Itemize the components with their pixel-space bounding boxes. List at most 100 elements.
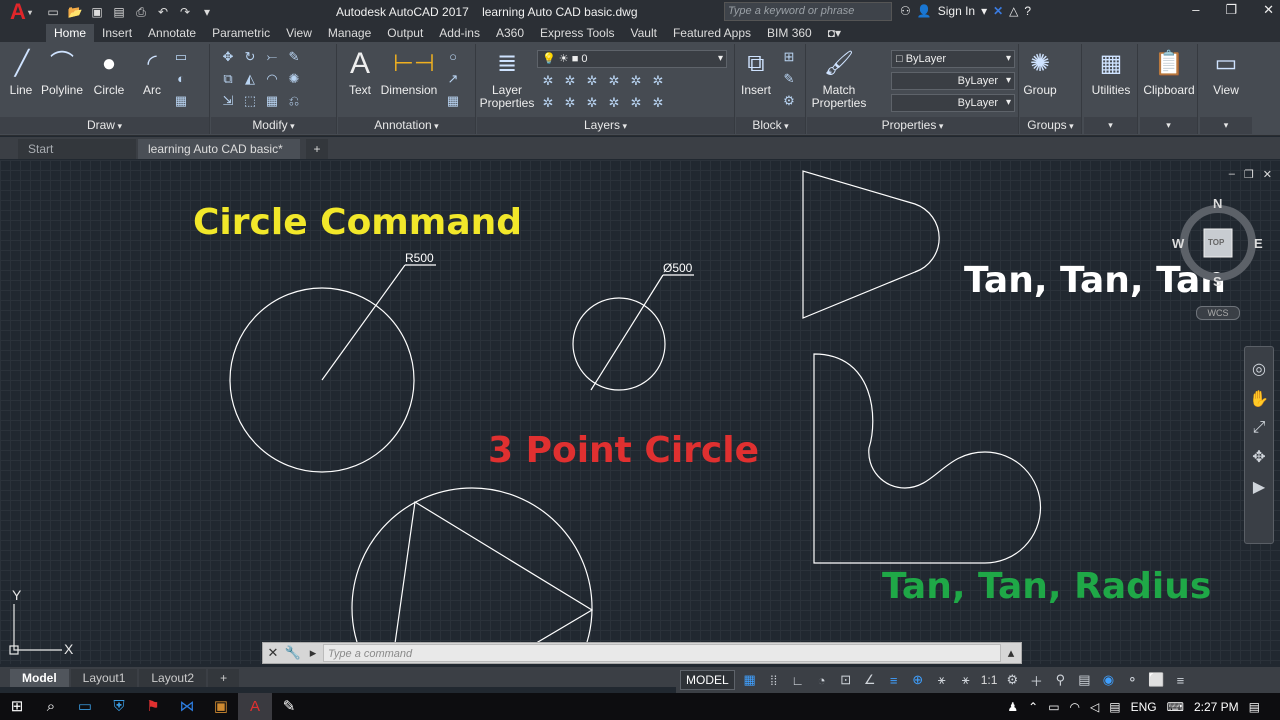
drawing-canvas[interactable]: R500 Ø500 Y X Circle Command 3 Point Cir… [0, 160, 1280, 664]
application-menu-button[interactable]: A ▾ [2, 0, 40, 24]
tab-vault[interactable]: Vault [623, 24, 665, 42]
stretch-icon[interactable]: ⇲ [217, 90, 239, 112]
save-as-icon[interactable]: ▤ [110, 4, 128, 20]
create-block-icon[interactable]: ⊞ [778, 46, 800, 68]
line-button[interactable]: ╱ Line [6, 48, 36, 97]
search-input[interactable]: Type a keyword or phrase [724, 2, 892, 21]
mirror-icon[interactable]: ◭ [239, 68, 261, 90]
ribbon-more-icon[interactable]: ◘▾ [820, 24, 849, 42]
notifications-icon[interactable]: ▤ [1249, 700, 1260, 714]
sign-in-label[interactable]: Sign In [938, 4, 975, 18]
wcs-menu[interactable]: WCS [1196, 306, 1240, 320]
table-icon[interactable]: ▦ [442, 90, 464, 112]
close-icon[interactable]: ✕ [1263, 2, 1274, 18]
tab-a360[interactable]: A360 [488, 24, 532, 42]
layer-tool-8-icon[interactable]: ✲ [559, 92, 581, 114]
trim-icon[interactable]: ⤚ [261, 46, 283, 68]
save-icon[interactable]: ▣ [88, 4, 106, 20]
sign-in[interactable]: ⚇ 👤 Sign In ▾ ✕ △ ? [900, 4, 1031, 18]
diameter-circle[interactable] [572, 297, 666, 391]
layer-tool-9-icon[interactable]: ✲ [581, 92, 603, 114]
tab-document[interactable]: learning Auto CAD basic* ✕ [138, 139, 300, 176]
utilities-button[interactable]: ▦ Utilities [1086, 48, 1136, 97]
tray-person-icon[interactable]: ♟ [1007, 700, 1018, 714]
fillet-icon[interactable]: ◠ [261, 68, 283, 90]
layer-tool-1-icon[interactable]: ✲ [537, 70, 559, 92]
viewcube[interactable]: N S E W TOP [1172, 196, 1263, 321]
hatch-icon[interactable]: ◐ [170, 68, 192, 90]
scale-icon[interactable]: ⬚ [239, 90, 261, 112]
model-space-toggle[interactable]: MODEL [680, 670, 735, 690]
plus-icon[interactable]: ＋ [1027, 671, 1045, 690]
orbit-icon[interactable]: ✥ [1252, 447, 1265, 467]
tab-layout1[interactable]: Layout1 [70, 669, 138, 687]
copy-icon[interactable]: ⧉ [217, 68, 239, 90]
layer-tool-12-icon[interactable]: ✲ [647, 92, 669, 114]
new-tab-button[interactable]: + [306, 139, 328, 159]
compass-north[interactable]: N [1213, 196, 1222, 211]
security-shield-icon[interactable]: ⛨ [102, 693, 136, 720]
chevron-down-icon[interactable]: ▾ [981, 4, 987, 18]
array-icon[interactable]: ▦ [261, 90, 283, 112]
explode-icon[interactable]: ✺ [283, 68, 305, 90]
compass-west[interactable]: W [1172, 236, 1184, 251]
this-pc-icon[interactable]: ▭ [68, 693, 102, 720]
layer-tool-3-icon[interactable]: ✲ [581, 70, 603, 92]
steering-wheel-icon[interactable]: ◎ [1252, 359, 1266, 379]
tab-output[interactable]: Output [379, 24, 431, 42]
match-properties-button[interactable]: 🖌 Match Properties [811, 48, 867, 110]
annotation-panel-title[interactable]: Annotation [338, 117, 475, 134]
polyline-button[interactable]: ⌒ Polyline [40, 48, 84, 97]
text-button[interactable]: A Text [344, 48, 376, 97]
a360-icon[interactable]: △ [1009, 4, 1018, 18]
block-panel-title[interactable]: Block [736, 117, 805, 134]
annotation-scale-value[interactable]: 1:1 [981, 673, 998, 687]
tray-keyboard-icon[interactable]: ⌨ [1167, 700, 1184, 714]
ortho-icon[interactable]: ∟ [789, 673, 807, 688]
tray-wifi-icon[interactable]: ◠ [1070, 700, 1080, 714]
tab-express-tools[interactable]: Express Tools [532, 24, 622, 42]
layer-tool-5-icon[interactable]: ✲ [625, 70, 647, 92]
tab-layout2[interactable]: Layout2 [139, 669, 207, 687]
customize-icon[interactable]: ▾ [198, 4, 216, 20]
linetype-dropdown[interactable]: ByLayer [891, 72, 1015, 90]
pan-icon[interactable]: ✋ [1249, 389, 1269, 409]
edit-block-icon[interactable]: ✎ [778, 68, 800, 90]
layer-tool-10-icon[interactable]: ✲ [603, 92, 625, 114]
tab-bim-360[interactable]: BIM 360 [759, 24, 820, 42]
exchange-icon[interactable]: ✕ [993, 4, 1003, 18]
tab-home[interactable]: Home [46, 24, 95, 42]
compass-east[interactable]: E [1254, 236, 1263, 251]
layer-properties-button[interactable]: ≣ Layer Properties [479, 48, 535, 110]
clipboard-button[interactable]: 📋 Clipboard [1142, 48, 1196, 97]
zoom-extents-icon[interactable]: ⤢ [1253, 419, 1266, 437]
acrobat-icon[interactable]: ⚑ [136, 693, 170, 720]
command-close-icon[interactable]: ✕ [263, 645, 283, 661]
quick-properties-icon[interactable]: ▤ [1075, 672, 1093, 688]
lineweight-dropdown[interactable]: ByLayer [891, 94, 1015, 112]
modify-panel-title[interactable]: Modify [211, 117, 336, 134]
osnap-icon[interactable]: ⊡ [837, 672, 855, 688]
move-icon[interactable]: ✥ [217, 46, 239, 68]
snap-icon[interactable]: ⁞⁞ [765, 673, 783, 688]
workspace-gear-icon[interactable]: ⚙ [1003, 672, 1021, 688]
view-button[interactable]: ▭ View [1204, 48, 1248, 97]
tab-start[interactable]: Start [18, 139, 136, 159]
grid-icon[interactable]: ▦ [741, 672, 759, 688]
arc-button[interactable]: ◜ Arc [136, 48, 168, 97]
circle-button[interactable]: ● Circle [92, 48, 126, 97]
redo-icon[interactable]: ↷ [176, 4, 194, 20]
three-point-triangle[interactable] [387, 501, 594, 664]
undo-icon[interactable]: ↶ [154, 4, 172, 20]
compass-south[interactable]: S [1213, 274, 1222, 289]
command-prompt-icon[interactable]: ▸ [303, 645, 323, 661]
clean-screen-icon[interactable]: ⬜ [1147, 672, 1165, 688]
rotate-icon[interactable]: ↻ [239, 46, 261, 68]
three-point-circle[interactable] [351, 487, 593, 664]
properties-panel-title[interactable]: Properties [807, 117, 1018, 134]
region-icon[interactable]: ▦ [170, 90, 192, 112]
tab-featured-apps[interactable]: Featured Apps [665, 24, 759, 42]
tray-volume-icon[interactable]: ◁ [1090, 700, 1099, 714]
add-layout-button[interactable]: + [208, 669, 240, 687]
utilities-expand[interactable] [1084, 117, 1137, 134]
